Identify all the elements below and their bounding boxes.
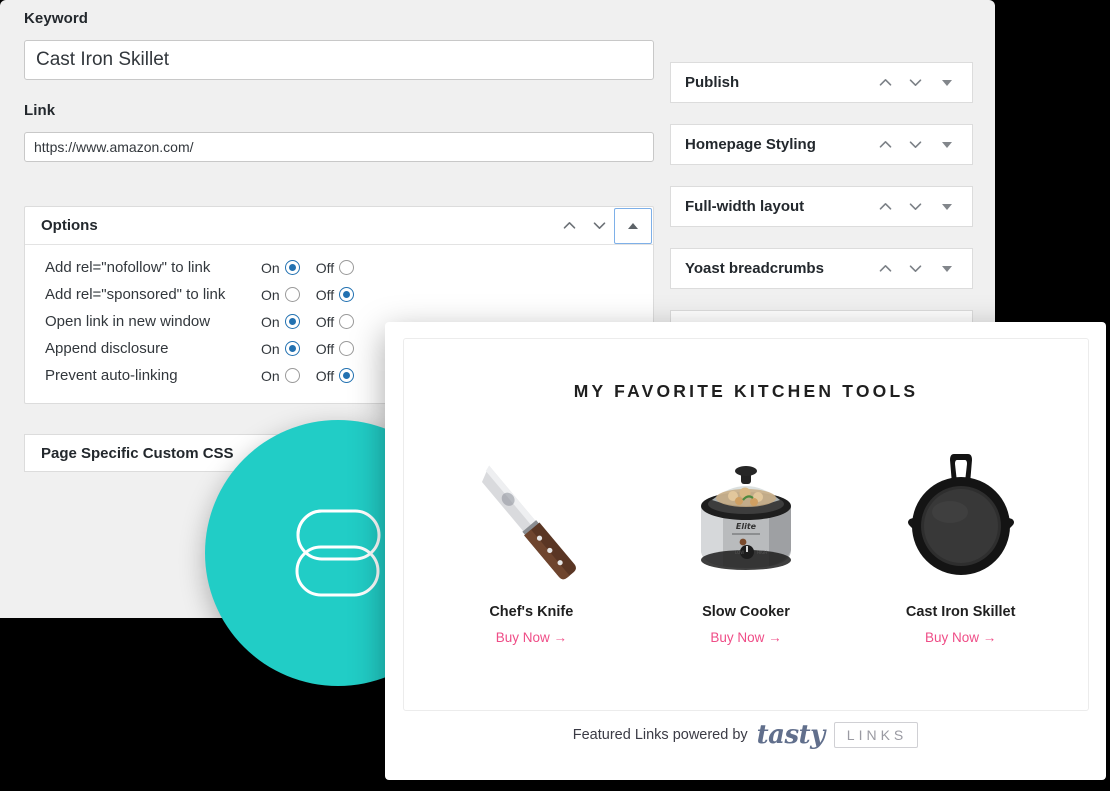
sidebar-metabox-title: Homepage Styling: [685, 136, 816, 153]
option-radio-on[interactable]: [284, 341, 300, 356]
preview-heading: MY FAVORITE KITCHEN TOOLS: [573, 381, 919, 401]
option-on-label: On: [261, 340, 280, 357]
option-radio-off[interactable]: [339, 368, 355, 383]
svg-text:Elite: Elite: [736, 522, 757, 531]
option-radio-off[interactable]: [339, 260, 355, 275]
option-radio-group: On Off: [261, 259, 355, 276]
preview-footer: Featured Links powered by tasty LINKS: [385, 720, 1106, 750]
featured-links-preview-card: MY FAVORITE KITCHEN TOOLS Chef's Knife B…: [385, 322, 1106, 780]
option-on-label: On: [261, 259, 280, 276]
chevron-down-icon[interactable]: [900, 250, 930, 288]
option-radio-on[interactable]: [284, 260, 300, 275]
product-name: Chef's Knife: [489, 604, 574, 620]
product-name: Cast Iron Skillet: [905, 604, 1016, 620]
chevron-down-icon[interactable]: [900, 64, 930, 102]
triangle-down-icon[interactable]: [942, 79, 952, 86]
chefs-knife-photo: [431, 428, 631, 600]
buy-now-link[interactable]: Buy Now →: [925, 630, 996, 645]
option-off-label: Off: [315, 259, 335, 276]
page-specific-custom-css-title: Page Specific Custom CSS: [41, 444, 234, 462]
option-row: Add rel="sponsored" to link On Off: [25, 281, 653, 308]
powered-by-text: Featured Links powered by: [572, 727, 748, 743]
chevron-up-icon[interactable]: [870, 126, 900, 164]
option-off-label: Off: [315, 367, 335, 384]
option-radio-on[interactable]: [284, 368, 300, 383]
product-name: Slow Cooker: [702, 604, 790, 620]
product-item: Elite LOW HIGH Slow Cooker Buy Now →: [646, 428, 846, 647]
option-label: Add rel="nofollow" to link: [45, 259, 211, 276]
chevron-up-icon[interactable]: [554, 208, 584, 244]
triangle-up-icon: [628, 222, 638, 229]
option-label: Open link in new window: [45, 313, 211, 330]
featured-links-inner-frame: MY FAVORITE KITCHEN TOOLS Chef's Knife B…: [403, 338, 1089, 711]
buy-now-link[interactable]: Buy Now →: [496, 630, 567, 645]
keyword-label: Keyword: [24, 10, 89, 27]
options-metabox-header[interactable]: Options: [25, 207, 653, 245]
product-item: Chef's Knife Buy Now →: [431, 428, 631, 647]
chevron-down-icon[interactable]: [900, 188, 930, 226]
admin-sidebar-column: Publish Homepage Styling Full-width layo…: [670, 62, 973, 340]
chevron-up-icon[interactable]: [870, 250, 900, 288]
sidebar-metabox-controls: [870, 188, 972, 226]
product-item: Cast Iron Skillet Buy Now →: [861, 428, 1061, 647]
sidebar-metabox-controls: [870, 64, 972, 102]
chevron-down-icon[interactable]: [900, 126, 930, 164]
chevron-up-icon[interactable]: [870, 188, 900, 226]
option-radio-off[interactable]: [339, 287, 355, 302]
cast-iron-skillet-photo: [861, 428, 1061, 600]
sidebar-metabox-title: Yoast breadcrumbs: [685, 260, 824, 277]
chevron-up-icon[interactable]: [870, 64, 900, 102]
sidebar-metabox-title: Full-width layout: [685, 198, 805, 215]
option-off-label: Off: [315, 313, 335, 330]
sidebar-metabox-homepage-styling[interactable]: Homepage Styling: [670, 124, 973, 165]
sidebar-metabox-yoast-breadcrumbs[interactable]: Yoast breadcrumbs: [670, 248, 973, 289]
option-radio-on[interactable]: [284, 314, 300, 329]
options-collapse-toggle-button[interactable]: [614, 207, 652, 244]
option-radio-on[interactable]: [284, 287, 300, 302]
sidebar-metabox-title: Publish: [685, 74, 740, 91]
option-on-label: On: [261, 286, 280, 303]
option-radio-group: On Off: [261, 313, 355, 330]
options-metabox-title: Options: [41, 217, 98, 234]
link-label: Link: [24, 102, 56, 119]
sidebar-metabox-controls: [870, 250, 972, 288]
link-input[interactable]: [24, 132, 654, 162]
svg-text:HIGH: HIGH: [757, 550, 767, 555]
option-label: Prevent auto-linking: [45, 367, 178, 384]
links-wordmark: LINKS: [833, 722, 919, 748]
product-list: Chef's Knife Buy Now → Elite LOW HIGH Sl…: [404, 428, 1088, 647]
option-on-label: On: [261, 313, 280, 330]
option-on-label: On: [261, 367, 280, 384]
sidebar-metabox-full-width-layout[interactable]: Full-width layout: [670, 186, 973, 227]
sidebar-metabox-controls: [870, 126, 972, 164]
buy-now-link[interactable]: Buy Now →: [710, 630, 781, 645]
slow-cooker-photo: Elite LOW HIGH: [646, 428, 846, 600]
screenshot-stage: Keyword Link Options: [0, 0, 1110, 791]
svg-text:LOW: LOW: [735, 550, 744, 555]
option-label: Add rel="sponsored" to link: [45, 286, 226, 303]
triangle-down-icon[interactable]: [942, 141, 952, 148]
option-off-label: Off: [315, 340, 335, 357]
option-radio-group: On Off: [261, 367, 355, 384]
triangle-down-icon[interactable]: [942, 265, 952, 272]
chevron-down-icon[interactable]: [584, 208, 614, 244]
sidebar-metabox-publish[interactable]: Publish: [670, 62, 973, 103]
options-metabox-controls: [554, 207, 653, 244]
option-off-label: Off: [315, 286, 335, 303]
option-radio-off[interactable]: [339, 341, 355, 356]
option-radio-off[interactable]: [339, 314, 355, 329]
option-label: Append disclosure: [45, 340, 169, 357]
option-radio-group: On Off: [261, 340, 355, 357]
option-row: Add rel="nofollow" to link On Off: [25, 254, 653, 281]
tasty-wordmark: tasty: [756, 720, 826, 750]
triangle-down-icon[interactable]: [942, 203, 952, 210]
keyword-input[interactable]: [24, 40, 654, 80]
option-radio-group: On Off: [261, 286, 355, 303]
